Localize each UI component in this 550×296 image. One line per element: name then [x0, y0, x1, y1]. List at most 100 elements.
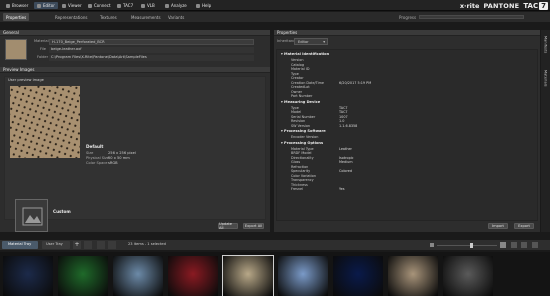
tray-toolbar: Material Tray User Tray + 23 items - 1 s… — [0, 240, 550, 250]
property-key: Specularity — [291, 169, 311, 173]
menu-viewer[interactable]: Viewer — [62, 2, 82, 9]
property-key: Catalog — [291, 62, 305, 67]
tray-menu-icon[interactable] — [84, 241, 92, 249]
material-thumbnail[interactable] — [3, 256, 53, 296]
import-button[interactable]: Import — [488, 223, 508, 229]
property-value: 1.1.6.8358 — [339, 123, 358, 128]
pantone-logo: PANTONE — [483, 1, 520, 10]
analyze-icon — [165, 3, 169, 8]
slider-handle[interactable] — [470, 243, 473, 248]
menu-editor[interactable]: Editor — [34, 2, 58, 9]
export-button[interactable]: Export — [514, 223, 534, 229]
property-key: Fresnel — [291, 187, 304, 191]
list-view-icon[interactable] — [511, 242, 517, 248]
file-field: beige-leather.axf — [49, 47, 254, 53]
inheritance-dropdown[interactable]: Editor ▾ — [294, 38, 328, 45]
material-tray-strip — [0, 252, 550, 296]
material-thumbnail[interactable] — [333, 256, 383, 296]
preview-images-header: Preview Images — [0, 67, 270, 73]
property-row[interactable]: SW Version 1.1.6.8358 — [277, 124, 537, 129]
property-value: Leather — [339, 146, 352, 151]
connect-icon — [88, 3, 92, 8]
property-key: Creation Date/Time — [291, 80, 324, 85]
material-tray-tab[interactable]: Material Tray — [2, 241, 38, 249]
large-thumb-icon — [500, 242, 506, 248]
material-field[interactable]: H-170_Beige_Perforated_BCR — [49, 39, 254, 45]
property-section-header[interactable]: ▾ Processing Options — [281, 141, 323, 145]
menu-browser[interactable]: Browser — [6, 2, 28, 9]
property-key: Serial Number — [291, 114, 316, 119]
material-thumbnail[interactable] — [113, 256, 163, 296]
folder-field: C:\Program Files\X-Rite\Pantone\Data\Art… — [49, 55, 254, 61]
property-key: Refraction — [291, 164, 309, 169]
property-key: Color Variation — [291, 173, 316, 178]
tab-variants[interactable]: Variants — [165, 13, 187, 21]
menu-connect[interactable]: Connect — [88, 2, 111, 9]
tray-status: 23 items - 1 selected — [128, 242, 166, 246]
side-tab-materials[interactable]: Materials — [542, 68, 549, 104]
custom-label: Custom — [53, 209, 71, 214]
vlb-icon — [141, 3, 145, 8]
property-value: Medium — [339, 160, 353, 164]
tab-representations[interactable]: Representations — [52, 13, 90, 21]
export-all-button[interactable]: Export All — [243, 223, 264, 229]
menu-analyze[interactable]: Analyze — [165, 2, 187, 9]
tab-textures[interactable]: Textures — [97, 13, 120, 21]
property-value: 1007 — [339, 114, 348, 119]
property-key: Version — [291, 58, 304, 62]
editor-tabs-bar: Properties Representations Textures Meas… — [0, 12, 550, 22]
menu-tac7[interactable]: TAC7 — [117, 2, 133, 9]
material-thumbnail[interactable] — [222, 255, 274, 296]
property-key: Material ID — [291, 67, 310, 71]
remove-icon[interactable] — [108, 241, 116, 249]
material-thumbnail[interactable] — [58, 256, 108, 296]
custom-preview-placeholder[interactable] — [15, 199, 48, 232]
property-value: TAC7 — [339, 105, 348, 110]
update-all-button[interactable]: Update All — [218, 222, 238, 230]
tac7-logo: TAC 7 — [523, 1, 548, 10]
material-thumbnail[interactable] — [443, 256, 493, 296]
property-key: BRDF Model — [291, 151, 312, 155]
property-value: Colored — [339, 169, 353, 173]
left-panel: General Material H-170_Beige_Perforated_… — [0, 30, 270, 232]
chevron-down-icon: ▾ — [323, 39, 325, 44]
property-key: Type — [291, 105, 299, 110]
tab-measurements[interactable]: Measurements — [128, 13, 164, 21]
expand-icon[interactable] — [532, 242, 538, 248]
material-thumbnail[interactable] — [278, 256, 328, 296]
property-value: Isotropic — [339, 155, 354, 160]
small-thumb-icon — [430, 243, 434, 247]
side-tab-manifests[interactable]: Manifests — [542, 34, 549, 70]
property-value: 1.0 — [339, 119, 345, 123]
menu-help[interactable]: Help — [196, 2, 211, 9]
sort-icon[interactable] — [521, 242, 527, 248]
grid-view-icon[interactable] — [97, 241, 105, 249]
viewer-icon — [62, 3, 66, 8]
menu-vlb[interactable]: VLB — [141, 2, 155, 9]
thumb-size-slider[interactable] — [437, 245, 497, 246]
property-value: TAC7 — [339, 110, 348, 114]
property-key: SW Version — [291, 123, 311, 128]
progress-bar — [419, 15, 524, 19]
property-section-header[interactable]: ▾ Measuring Device — [281, 100, 320, 104]
material-thumbnail[interactable] — [168, 256, 218, 296]
default-preview-image[interactable] — [10, 86, 80, 158]
property-key: Model — [291, 110, 302, 114]
add-icon[interactable]: + — [73, 241, 81, 249]
property-section-header[interactable]: ▾ Processing Software — [281, 129, 326, 133]
tab-properties[interactable]: Properties — [3, 13, 30, 21]
folder-label: Folder — [37, 55, 49, 59]
user-tray-dropdown[interactable]: User Tray — [42, 241, 70, 249]
property-row[interactable]: Encoder Version — [277, 135, 537, 140]
property-key: Creator — [291, 76, 304, 80]
property-key: Revision — [291, 119, 306, 123]
material-label: Material — [34, 39, 49, 43]
material-thumbnail[interactable] — [388, 256, 438, 296]
image-placeholder-icon — [22, 207, 43, 226]
property-row[interactable]: Fresnel Yes — [277, 187, 537, 192]
property-section-header[interactable]: ▾ Material Identification — [281, 52, 329, 56]
property-row[interactable]: Part Number — [277, 94, 537, 99]
property-key: Part Number — [291, 94, 313, 98]
property-key: Owner — [291, 89, 303, 94]
property-key: Thickness — [291, 182, 308, 187]
